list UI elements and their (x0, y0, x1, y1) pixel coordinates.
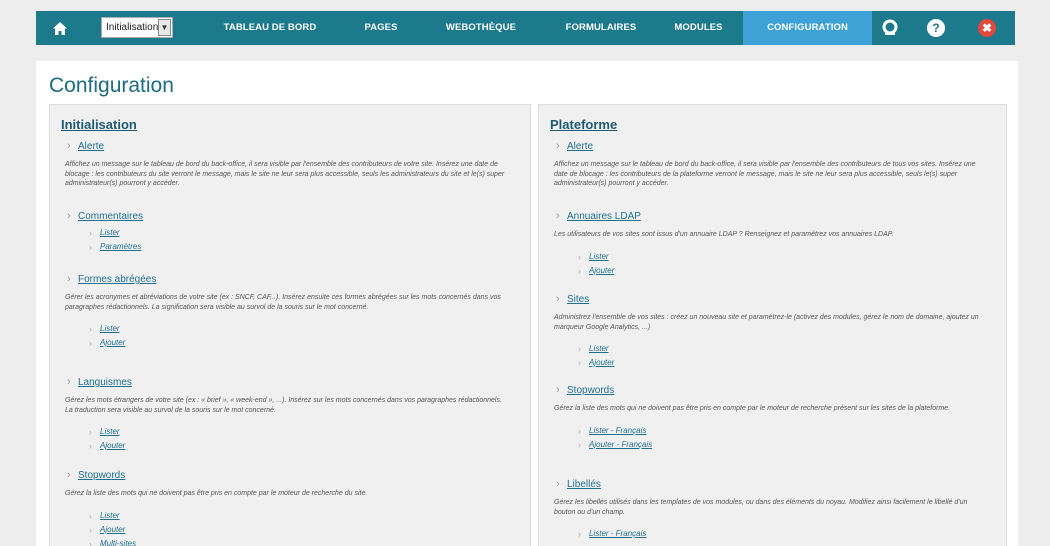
formes-abregees-link[interactable]: Formes abrégées (65, 273, 505, 285)
stopwords-description: Gérez la liste des mots qui ne doivent p… (65, 490, 368, 497)
tab-formulaires[interactable]: FORMULAIRES (551, 11, 651, 45)
chevron-down-icon: ▼ (158, 19, 171, 36)
libelles-lister-francais-link[interactable]: Lister - Français (554, 527, 984, 541)
initialisation-panel: Initialisation Alerte Affichez un messag… (49, 104, 531, 546)
section-annuaires-ldap: Annuaires LDAP Les utilisateurs de vos s… (554, 210, 984, 278)
top-navigation-bar: Initialisation ▼ TABLEAU DE BORD PAGES W… (36, 11, 1015, 45)
annuaires-ldap-lister-link[interactable]: Lister (554, 250, 984, 264)
site-select-value: Initialisation (106, 22, 159, 33)
section-languismes: Languismes Gérez les mots étrangers de v… (65, 376, 505, 453)
alerte-description: Affichez un message sur le tableau de bo… (65, 161, 505, 187)
alerte-plateforme-description: Affichez un message sur le tableau de bo… (554, 161, 976, 187)
annuaires-ldap-ajouter-link[interactable]: Ajouter (554, 264, 984, 278)
stopwords-lister-francais-link[interactable]: Lister - Français (554, 424, 984, 438)
section-stopwords-plateforme: Stopwords Gérez la liste des mots qui ne… (554, 384, 984, 452)
stopwords-lister-link[interactable]: Lister (65, 509, 505, 523)
languismes-description: Gérez les mots étrangers de votre site (… (65, 397, 502, 414)
commentaires-parametres-link[interactable]: Paramètres (65, 240, 505, 254)
home-button[interactable] (36, 11, 84, 45)
stopwords-plateforme-link[interactable]: Stopwords (554, 384, 984, 396)
libelles-description: Gérez les libellés utilisés dans les tem… (554, 499, 968, 516)
sites-lister-link[interactable]: Lister (554, 342, 984, 356)
formes-abregees-ajouter-link[interactable]: Ajouter (65, 336, 505, 350)
formes-abregees-lister-link[interactable]: Lister (65, 322, 505, 336)
annuaires-ldap-link[interactable]: Annuaires LDAP (554, 210, 984, 222)
section-alerte: Alerte Affichez un message sur le tablea… (65, 140, 505, 189)
sites-description: Administrez l'ensemble de vos sites : cr… (554, 314, 979, 331)
alerte-plateforme-link[interactable]: Alerte (554, 140, 984, 152)
home-icon (53, 22, 67, 36)
main-panel: Configuration Initialisation Alerte Affi… (36, 61, 1018, 546)
stopwords-link[interactable]: Stopwords (65, 469, 505, 481)
sites-ajouter-link[interactable]: Ajouter (554, 356, 984, 370)
help-icon[interactable]: ? (927, 19, 945, 37)
section-libelles: Libellés Gérez les libellés utilisés dan… (554, 478, 984, 541)
languismes-link[interactable]: Languismes (65, 376, 505, 388)
tab-pages[interactable]: PAGES (346, 11, 416, 45)
libelles-link[interactable]: Libellés (554, 478, 984, 490)
section-formes-abregees: Formes abrégées Gérer les acronymes et a… (65, 273, 505, 350)
site-select[interactable]: Initialisation ▼ (101, 17, 173, 38)
tab-modules[interactable]: MODULES (661, 11, 736, 45)
stopwords-plateforme-description: Gérez la liste des mots qui ne doivent p… (554, 405, 951, 412)
plateforme-panel: Plateforme Alerte Affichez un message su… (538, 104, 1007, 546)
tab-configuration[interactable]: CONFIGURATION (743, 11, 872, 45)
formes-abregees-description: Gérer les acronymes et abréviations de v… (65, 294, 501, 311)
close-icon[interactable]: ✖ (978, 19, 996, 37)
initialisation-title[interactable]: Initialisation (61, 117, 137, 132)
lifebuoy-icon[interactable] (881, 19, 899, 37)
tab-tableau-de-bord[interactable]: TABLEAU DE BORD (206, 11, 334, 45)
plateforme-title[interactable]: Plateforme (550, 117, 617, 132)
languismes-ajouter-link[interactable]: Ajouter (65, 439, 505, 453)
stopwords-ajouter-link[interactable]: Ajouter (65, 523, 505, 537)
commentaires-lister-link[interactable]: Lister (65, 226, 505, 240)
section-alerte-plateforme: Alerte Affichez un message sur le tablea… (554, 140, 984, 189)
tab-webotheque[interactable]: WEBOTHÈQUE (431, 11, 531, 45)
stopwords-ajouter-francais-link[interactable]: Ajouter - Français (554, 438, 984, 452)
stopwords-multi-sites-link[interactable]: Multi-sites (65, 537, 505, 546)
annuaires-ldap-description: Les utilisateurs de vos sites sont issus… (554, 231, 894, 238)
section-stopwords: Stopwords Gérez la liste des mots qui ne… (65, 469, 505, 546)
sites-link[interactable]: Sites (554, 293, 984, 305)
alerte-link[interactable]: Alerte (65, 140, 505, 152)
section-commentaires: Commentaires Lister Paramètres (65, 210, 505, 254)
section-sites: Sites Administrez l'ensemble de vos site… (554, 293, 984, 370)
page-title: Configuration (49, 74, 174, 97)
languismes-lister-link[interactable]: Lister (65, 425, 505, 439)
commentaires-link[interactable]: Commentaires (65, 210, 505, 222)
